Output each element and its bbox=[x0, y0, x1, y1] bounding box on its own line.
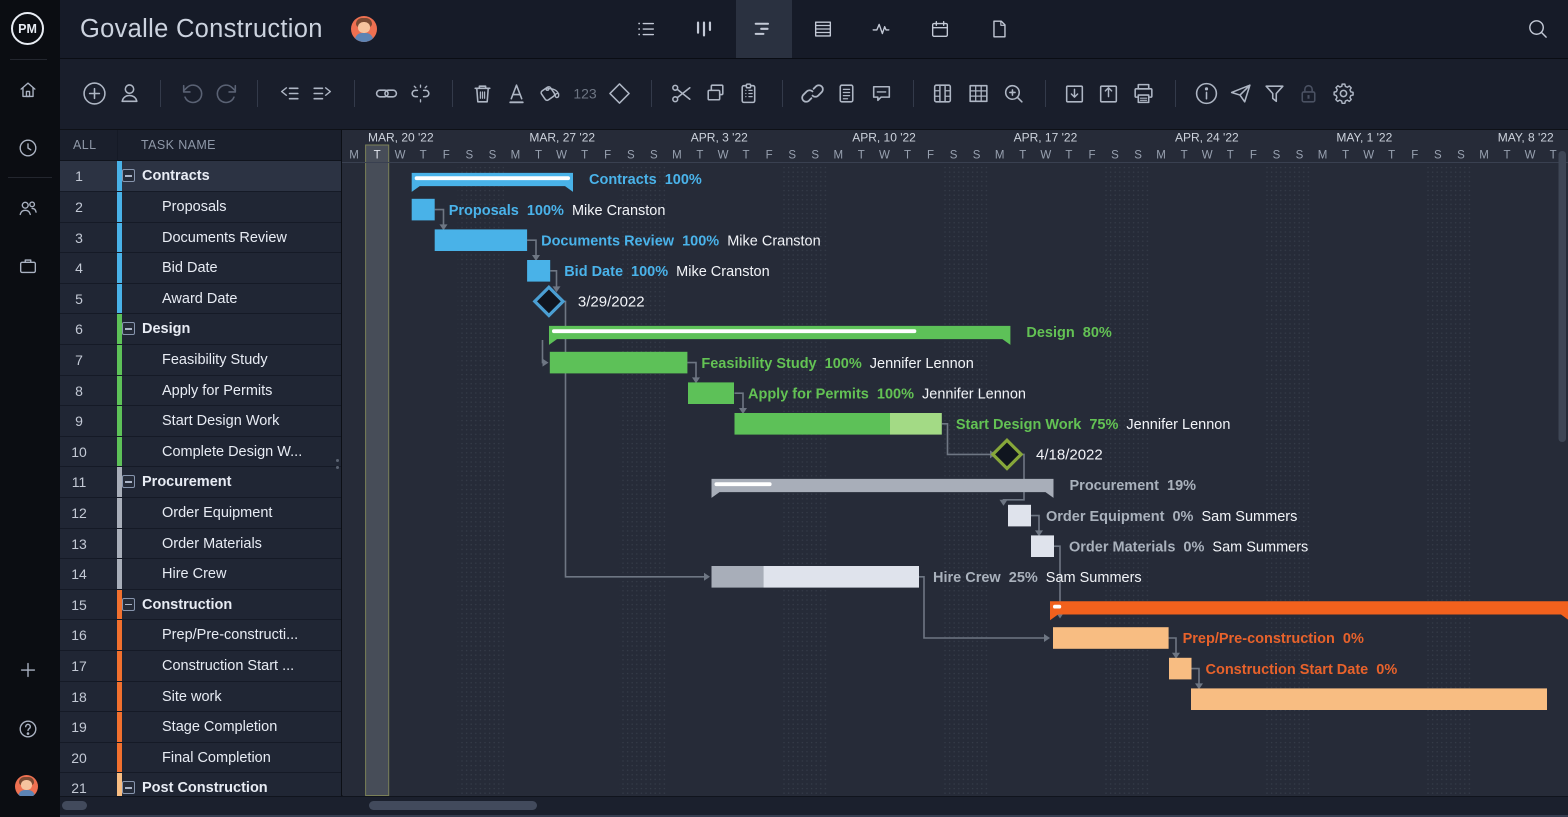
svg-text:Documents Review 100%Mike Cra: Documents Review 100%Mike Cranston bbox=[541, 233, 821, 249]
svg-text:Design 80%: Design 80% bbox=[1026, 325, 1112, 341]
svg-text:W: W bbox=[395, 150, 406, 162]
svg-text:T: T bbox=[420, 150, 427, 162]
svg-text:S: S bbox=[1296, 150, 1304, 162]
svg-text:W: W bbox=[1525, 150, 1536, 162]
svg-text:W: W bbox=[556, 150, 567, 162]
svg-text:123: 123 bbox=[573, 85, 597, 101]
svg-text:Hire Crew 25%Sam Summers: Hire Crew 25%Sam Summers bbox=[933, 570, 1142, 586]
svg-text:S: S bbox=[788, 150, 796, 162]
svg-text:APR, 10 '22: APR, 10 '22 bbox=[852, 131, 916, 145]
svg-text:S: S bbox=[811, 150, 819, 162]
svg-text:F: F bbox=[443, 150, 450, 162]
svg-text:S: S bbox=[1134, 150, 1142, 162]
svg-text:F: F bbox=[1088, 150, 1095, 162]
svg-text:T: T bbox=[1550, 150, 1557, 162]
svg-text:Bid Date 100%Mike Cranston: Bid Date 100%Mike Cranston bbox=[564, 264, 769, 280]
svg-text:Procurement 19%: Procurement 19% bbox=[1070, 478, 1197, 494]
svg-text:T: T bbox=[696, 150, 703, 162]
svg-text:T: T bbox=[1181, 150, 1188, 162]
svg-text:S: S bbox=[627, 150, 635, 162]
svg-text:Feasibility Study 100%Jennife: Feasibility Study 100%Jennifer Lennon bbox=[701, 356, 973, 372]
svg-text:W: W bbox=[718, 150, 729, 162]
svg-text:M: M bbox=[834, 150, 844, 162]
svg-text:Start Design Work 75%Jennifer: Start Design Work 75%Jennifer Lennon bbox=[956, 417, 1231, 433]
svg-text:F: F bbox=[927, 150, 934, 162]
svg-text:T: T bbox=[374, 150, 381, 162]
svg-text:T: T bbox=[858, 150, 865, 162]
svg-text:T: T bbox=[904, 150, 911, 162]
svg-text:S: S bbox=[465, 150, 473, 162]
svg-text:T: T bbox=[535, 150, 542, 162]
svg-text:MAR, 20 '22: MAR, 20 '22 bbox=[368, 131, 434, 145]
svg-text:T: T bbox=[1503, 150, 1510, 162]
svg-text:S: S bbox=[1434, 150, 1442, 162]
svg-text:F: F bbox=[1411, 150, 1418, 162]
svg-text:F: F bbox=[604, 150, 611, 162]
svg-text:W: W bbox=[879, 150, 890, 162]
svg-text:S: S bbox=[973, 150, 981, 162]
svg-text:3/29/2022: 3/29/2022 bbox=[578, 294, 645, 311]
svg-text:M: M bbox=[672, 150, 682, 162]
svg-text:F: F bbox=[766, 150, 773, 162]
svg-text:T: T bbox=[581, 150, 588, 162]
svg-text:T: T bbox=[742, 150, 749, 162]
svg-text:S: S bbox=[950, 150, 958, 162]
svg-text:T: T bbox=[1065, 150, 1072, 162]
svg-text:Order Materials 0%Sam Summers: Order Materials 0%Sam Summers bbox=[1069, 539, 1308, 555]
svg-text:T: T bbox=[1227, 150, 1234, 162]
svg-text:S: S bbox=[650, 150, 658, 162]
svg-text:Apply for Permits 100%Jennife: Apply for Permits 100%Jennifer Lennon bbox=[748, 386, 1026, 402]
svg-text:M: M bbox=[349, 150, 359, 162]
svg-text:Contracts 100%: Contracts 100% bbox=[589, 172, 702, 188]
svg-text:S: S bbox=[1457, 150, 1465, 162]
svg-text:T: T bbox=[1342, 150, 1349, 162]
svg-text:S: S bbox=[1111, 150, 1119, 162]
svg-text:M: M bbox=[511, 150, 521, 162]
svg-text:W: W bbox=[1363, 150, 1374, 162]
svg-text:S: S bbox=[489, 150, 497, 162]
svg-text:APR, 3 '22: APR, 3 '22 bbox=[691, 131, 748, 145]
svg-text:M: M bbox=[995, 150, 1005, 162]
svg-text:F: F bbox=[1250, 150, 1257, 162]
svg-text:T: T bbox=[1019, 150, 1026, 162]
svg-text:W: W bbox=[1040, 150, 1051, 162]
svg-text:Construction Start Date 0%: Construction Start Date 0% bbox=[1206, 662, 1398, 678]
svg-text:MAR, 27 '22: MAR, 27 '22 bbox=[529, 131, 595, 145]
svg-text:Proposals 100%Mike Cranston: Proposals 100%Mike Cranston bbox=[449, 203, 666, 219]
svg-text:Prep/Pre-construction 0%: Prep/Pre-construction 0% bbox=[1183, 631, 1364, 647]
svg-text:M: M bbox=[1318, 150, 1328, 162]
svg-text:MAY, 8 '22: MAY, 8 '22 bbox=[1498, 131, 1554, 145]
svg-text:S: S bbox=[1273, 150, 1281, 162]
svg-text:MAY, 1 '22: MAY, 1 '22 bbox=[1336, 131, 1392, 145]
svg-text:4/18/2022: 4/18/2022 bbox=[1036, 447, 1103, 464]
svg-text:M: M bbox=[1156, 150, 1166, 162]
svg-text:M: M bbox=[1479, 150, 1489, 162]
svg-text:APR, 24 '22: APR, 24 '22 bbox=[1175, 131, 1239, 145]
svg-text:T: T bbox=[1388, 150, 1395, 162]
svg-text:APR, 17 '22: APR, 17 '22 bbox=[1014, 131, 1078, 145]
svg-text:W: W bbox=[1202, 150, 1213, 162]
svg-text:Order Equipment 0%Sam Summers: Order Equipment 0%Sam Summers bbox=[1046, 509, 1297, 525]
